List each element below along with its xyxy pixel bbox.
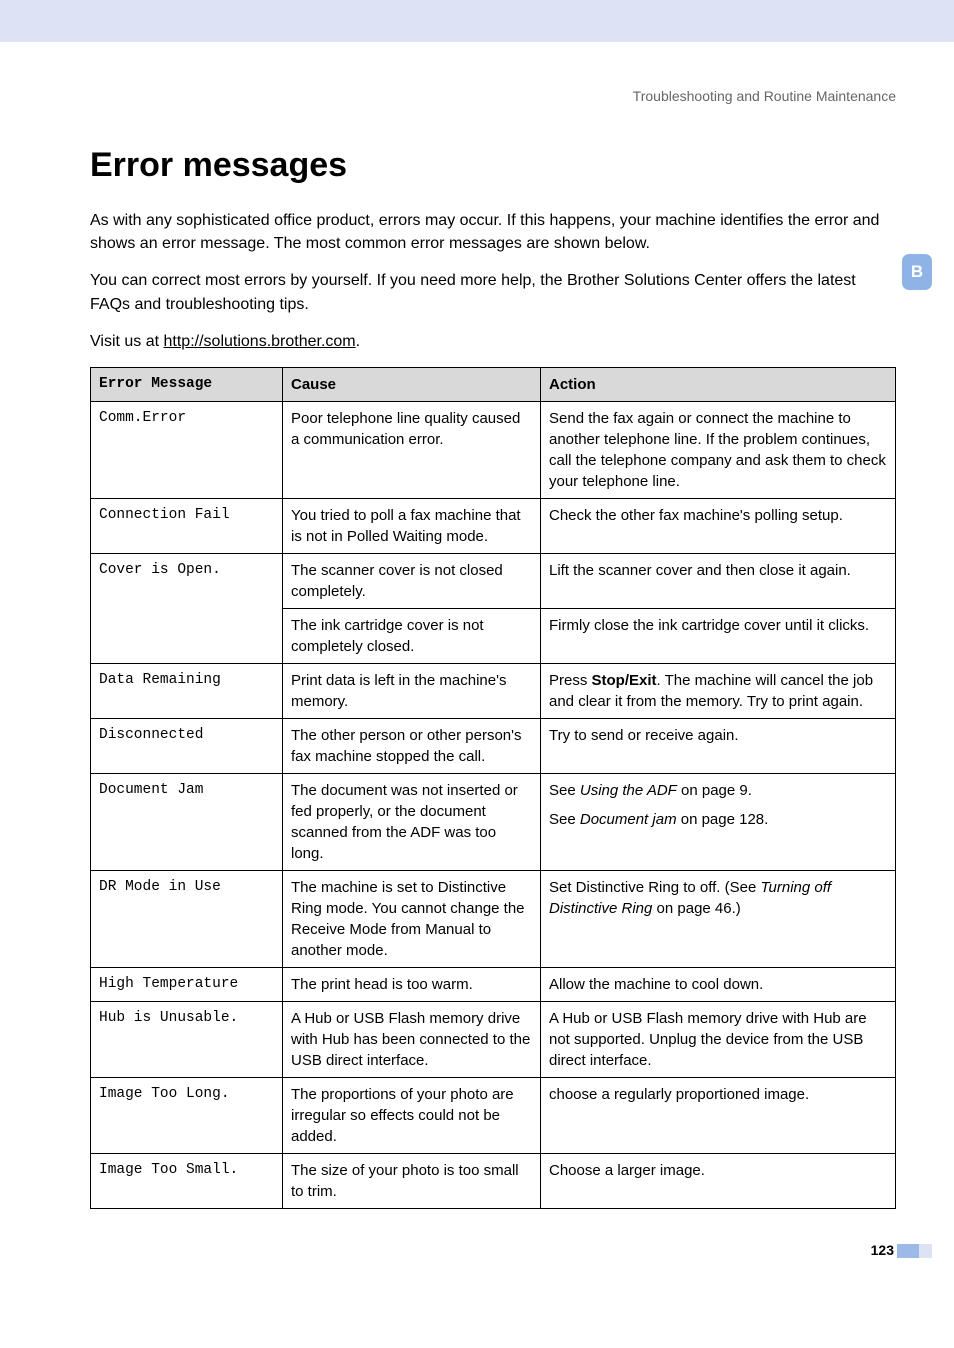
error-action: Send the fax again or connect the machin… [541, 401, 896, 498]
table-row: Comm.Error Poor telephone line quality c… [91, 401, 896, 498]
error-cause: The print head is too warm. [283, 967, 541, 1001]
error-cause: The document was not inserted or fed pro… [283, 773, 541, 870]
intro-paragraph-2: You can correct most errors by yourself.… [90, 269, 896, 315]
error-msg: DR Mode in Use [91, 870, 283, 967]
action-text: on page 46.) [652, 900, 740, 917]
error-cause: A Hub or USB Flash memory drive with Hub… [283, 1001, 541, 1077]
table-row: Image Too Long. The proportions of your … [91, 1077, 896, 1153]
table-row: Image Too Small. The size of your photo … [91, 1153, 896, 1208]
action-text: on page 128. [677, 811, 769, 828]
action-text: Press [549, 672, 592, 689]
action-text: See [549, 782, 580, 799]
header-action: Action [541, 367, 896, 401]
error-msg: Hub is Unusable. [91, 1001, 283, 1077]
error-action: A Hub or USB Flash memory drive with Hub… [541, 1001, 896, 1077]
error-action: Check the other fax machine's polling se… [541, 498, 896, 553]
table-row: Cover is Open. The scanner cover is not … [91, 553, 896, 608]
error-action: choose a regularly proportioned image. [541, 1077, 896, 1153]
error-action: Lift the scanner cover and then close it… [541, 553, 896, 608]
page-number-bar-light [919, 1244, 932, 1258]
header-error: Error Message [91, 367, 283, 401]
visit-suffix: . [356, 333, 360, 350]
table-row: Document Jam The document was not insert… [91, 773, 896, 870]
error-msg: Comm.Error [91, 401, 283, 498]
breadcrumb: Troubleshooting and Routine Maintenance [90, 88, 896, 104]
page-title: Error messages [90, 146, 896, 185]
table-row: Disconnected The other person or other p… [91, 718, 896, 773]
error-cause: The scanner cover is not closed complete… [283, 553, 541, 608]
error-msg: High Temperature [91, 967, 283, 1001]
error-cause: The machine is set to Distinctive Ring m… [283, 870, 541, 967]
error-action: See Using the ADF on page 9. See Documen… [541, 773, 896, 870]
action-text: on page 9. [677, 782, 752, 799]
page-number: 123 [871, 1242, 894, 1258]
action-italic: Using the ADF [580, 782, 677, 799]
intro-paragraph-1: As with any sophisticated office product… [90, 209, 896, 255]
error-cause: Poor telephone line quality caused a com… [283, 401, 541, 498]
error-cause: The ink cartridge cover is not completel… [283, 608, 541, 663]
section-tab: B [902, 254, 932, 290]
table-row: High Temperature The print head is too w… [91, 967, 896, 1001]
action-italic: Document jam [580, 811, 677, 828]
page-content: Troubleshooting and Routine Maintenance … [0, 42, 954, 1209]
error-cause: Print data is left in the machine's memo… [283, 663, 541, 718]
error-msg: Image Too Small. [91, 1153, 283, 1208]
table-row: Data Remaining Print data is left in the… [91, 663, 896, 718]
action-bold: Stop/Exit [592, 672, 657, 689]
error-action: Allow the machine to cool down. [541, 967, 896, 1001]
table-header-row: Error Message Cause Action [91, 367, 896, 401]
error-action: Choose a larger image. [541, 1153, 896, 1208]
top-bar [0, 0, 954, 42]
error-msg: Connection Fail [91, 498, 283, 553]
error-table: Error Message Cause Action Comm.Error Po… [90, 367, 896, 1209]
visit-prefix: Visit us at [90, 333, 164, 350]
page-number-bar [897, 1244, 919, 1258]
table-row: Hub is Unusable. A Hub or USB Flash memo… [91, 1001, 896, 1077]
table-row: DR Mode in Use The machine is set to Dis… [91, 870, 896, 967]
error-action: Try to send or receive again. [541, 718, 896, 773]
header-cause: Cause [283, 367, 541, 401]
error-cause: You tried to poll a fax machine that is … [283, 498, 541, 553]
table-row: Connection Fail You tried to poll a fax … [91, 498, 896, 553]
error-msg: Disconnected [91, 718, 283, 773]
error-msg: Cover is Open. [91, 553, 283, 663]
error-msg: Image Too Long. [91, 1077, 283, 1153]
error-action: Set Distinctive Ring to off. (See Turnin… [541, 870, 896, 967]
error-action: Press Stop/Exit. The machine will cancel… [541, 663, 896, 718]
action-text: Set Distinctive Ring to off. (See [549, 879, 761, 896]
error-cause: The proportions of your photo are irregu… [283, 1077, 541, 1153]
error-cause: The other person or other person's fax m… [283, 718, 541, 773]
action-text: See [549, 811, 580, 828]
intro-paragraph-3: Visit us at http://solutions.brother.com… [90, 330, 896, 353]
error-msg: Document Jam [91, 773, 283, 870]
error-cause: The size of your photo is too small to t… [283, 1153, 541, 1208]
solutions-link[interactable]: http://solutions.brother.com [164, 333, 356, 350]
error-action: Firmly close the ink cartridge cover unt… [541, 608, 896, 663]
error-msg: Data Remaining [91, 663, 283, 718]
